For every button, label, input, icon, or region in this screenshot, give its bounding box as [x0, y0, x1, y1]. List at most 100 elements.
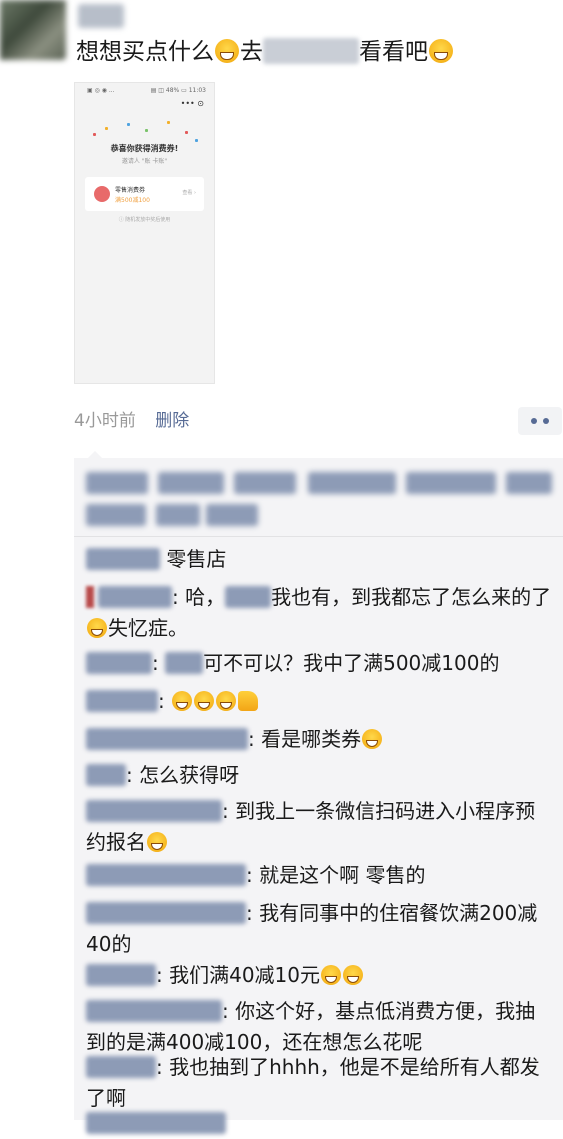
laughing-tears-icon: [215, 39, 239, 63]
mentioned-name[interactable]: [225, 586, 272, 608]
comment-text: 零售店: [166, 547, 227, 571]
comment-row-partial[interactable]: [86, 1108, 554, 1139]
grinning-icon: [147, 832, 167, 852]
comment-row[interactable]: : 怎么获得呀: [86, 760, 554, 791]
comment-text: 我也有，到我都忘了怎么来的了: [271, 585, 552, 609]
laughing-tears-icon: [362, 729, 383, 749]
delete-button[interactable]: 删除: [155, 411, 189, 431]
colon: :: [246, 901, 260, 925]
mentioned-name[interactable]: [165, 652, 204, 674]
shot-note: ⓘ 随机发放中奖后使用: [118, 217, 171, 223]
comment-row[interactable]: : 可不可以？我中了满500减100的: [86, 648, 554, 679]
commenter-name[interactable]: [86, 800, 222, 822]
shot-coupon-card: 零售消费券 满500减100 查看 ›: [85, 177, 204, 211]
shot-subtitle: 邀请人 "账 卡账": [121, 158, 168, 165]
like-name[interactable]: [86, 504, 146, 526]
commenter-name[interactable]: [86, 1000, 222, 1022]
shot-coupon-value: 满500减100: [115, 197, 150, 204]
colon: :: [222, 999, 236, 1023]
confetti-icon: [145, 129, 148, 132]
like-name[interactable]: [506, 472, 552, 494]
commenter-name[interactable]: [86, 902, 246, 924]
commenter-avatar: [86, 586, 94, 608]
comment-text: 失忆症。: [108, 616, 188, 640]
post-text: 想想买点什么去 看看吧: [76, 34, 454, 70]
commenter-name[interactable]: [86, 1056, 156, 1078]
colon: :: [152, 651, 166, 675]
post-meta: 4小时前 删除: [74, 406, 189, 431]
commenter-name[interactable]: [86, 548, 160, 570]
colon: :: [126, 763, 140, 787]
commenter-name[interactable]: [86, 1112, 226, 1134]
colon: :: [156, 1055, 170, 1079]
post-text-part: 想想买点什么: [76, 39, 214, 65]
post-text-part: 看看吧: [359, 39, 428, 65]
comment-row[interactable]: 零售店: [86, 544, 554, 575]
confetti-icon: [167, 121, 170, 124]
poster-name[interactable]: [78, 4, 124, 28]
like-name[interactable]: [156, 504, 200, 526]
grinning-icon: [321, 965, 342, 985]
like-name[interactable]: [206, 504, 258, 526]
post-image-thumbnail[interactable]: ▣ ◎ ◉ ... ▤ ◫ 48% ▭ 11:03 ••• ⊙ 恭喜你获得消费券…: [74, 82, 215, 384]
comment-text: 看是哪类券: [261, 727, 362, 751]
comment-row[interactable]: : 我们满40减10元: [86, 960, 554, 991]
comment-text: 可不可以？我中了满500减100的: [203, 651, 500, 675]
comment-text: 怎么获得呀: [139, 763, 240, 787]
like-name[interactable]: [234, 472, 296, 494]
laughing-tears-icon: [87, 618, 107, 638]
thinking-icon: [194, 691, 215, 711]
comment-row[interactable]: : 看是哪类券: [86, 724, 554, 755]
like-name[interactable]: [406, 472, 496, 494]
commenter-name[interactable]: [86, 728, 248, 750]
like-name[interactable]: [308, 472, 396, 494]
dot-icon: [543, 418, 549, 424]
dot-icon: [531, 418, 537, 424]
colon: :: [246, 863, 260, 887]
commenter-name[interactable]: [98, 586, 172, 608]
confetti-icon: [195, 139, 198, 142]
confetti-icon: [185, 131, 188, 134]
comment-row[interactable]: : 到我上一条微信扫码进入小程序预约报名: [86, 796, 554, 858]
confetti-icon: [93, 133, 96, 136]
grinning-icon: [429, 39, 453, 63]
comment-row[interactable]: : 我也抽到了hhhh，他是不是给所有人都发了啊: [86, 1052, 554, 1114]
like-name[interactable]: [158, 472, 224, 494]
comment-row[interactable]: : 哈， 我也有，到我都忘了怎么来的了失忆症。: [86, 582, 554, 644]
colon: :: [172, 585, 186, 609]
thinking-icon: [216, 691, 237, 711]
divider: [74, 536, 563, 537]
commenter-name[interactable]: [86, 652, 152, 674]
shot-more-icon: ••• ⊙: [180, 99, 204, 108]
coupon-icon: [94, 186, 110, 202]
commenter-name[interactable]: [86, 964, 156, 986]
comment-row[interactable]: :: [86, 686, 554, 717]
colon: :: [158, 689, 172, 713]
confetti-icon: [127, 123, 130, 126]
comment-row[interactable]: : 我有同事中的住宿餐饮满200减40的: [86, 898, 554, 960]
thumbs-up-icon: [238, 691, 259, 711]
more-options-button[interactable]: [518, 407, 562, 435]
commenter-name[interactable]: [86, 764, 126, 786]
grinning-icon: [343, 965, 364, 985]
poster-avatar[interactable]: [0, 0, 66, 60]
colon: :: [248, 727, 262, 751]
post-text-part: 去: [240, 39, 263, 65]
commenter-name[interactable]: [86, 864, 246, 886]
comment-text: 我们满40减10元: [169, 963, 321, 987]
shot-status-right: ▤ ◫ 48% ▭ 11:03: [150, 87, 206, 94]
comment-row[interactable]: : 你这个好，基点低消费方便，我抽到的是满400减100，还在想怎么花呢: [86, 996, 554, 1058]
comments-panel: 零售店 : 哈， 我也有，到我都忘了怎么来的了失忆症。 : 可不可以？我中了满50…: [74, 451, 563, 1134]
thinking-icon: [172, 691, 193, 711]
shot-coupon-button: 查看 ›: [182, 190, 196, 196]
comment-text: 就是这个啊 零售的: [259, 863, 426, 887]
colon: :: [156, 963, 170, 987]
shot-title: 恭喜你获得消费券!: [110, 144, 179, 153]
comment-row[interactable]: : 就是这个啊 零售的: [86, 860, 554, 891]
likes-list: [86, 466, 555, 530]
confetti-icon: [105, 127, 108, 130]
post-time: 4小时前: [74, 411, 136, 431]
commenter-name[interactable]: [86, 690, 158, 712]
like-name[interactable]: [86, 472, 148, 494]
shot-status-left: ▣ ◎ ◉ ...: [87, 87, 115, 94]
